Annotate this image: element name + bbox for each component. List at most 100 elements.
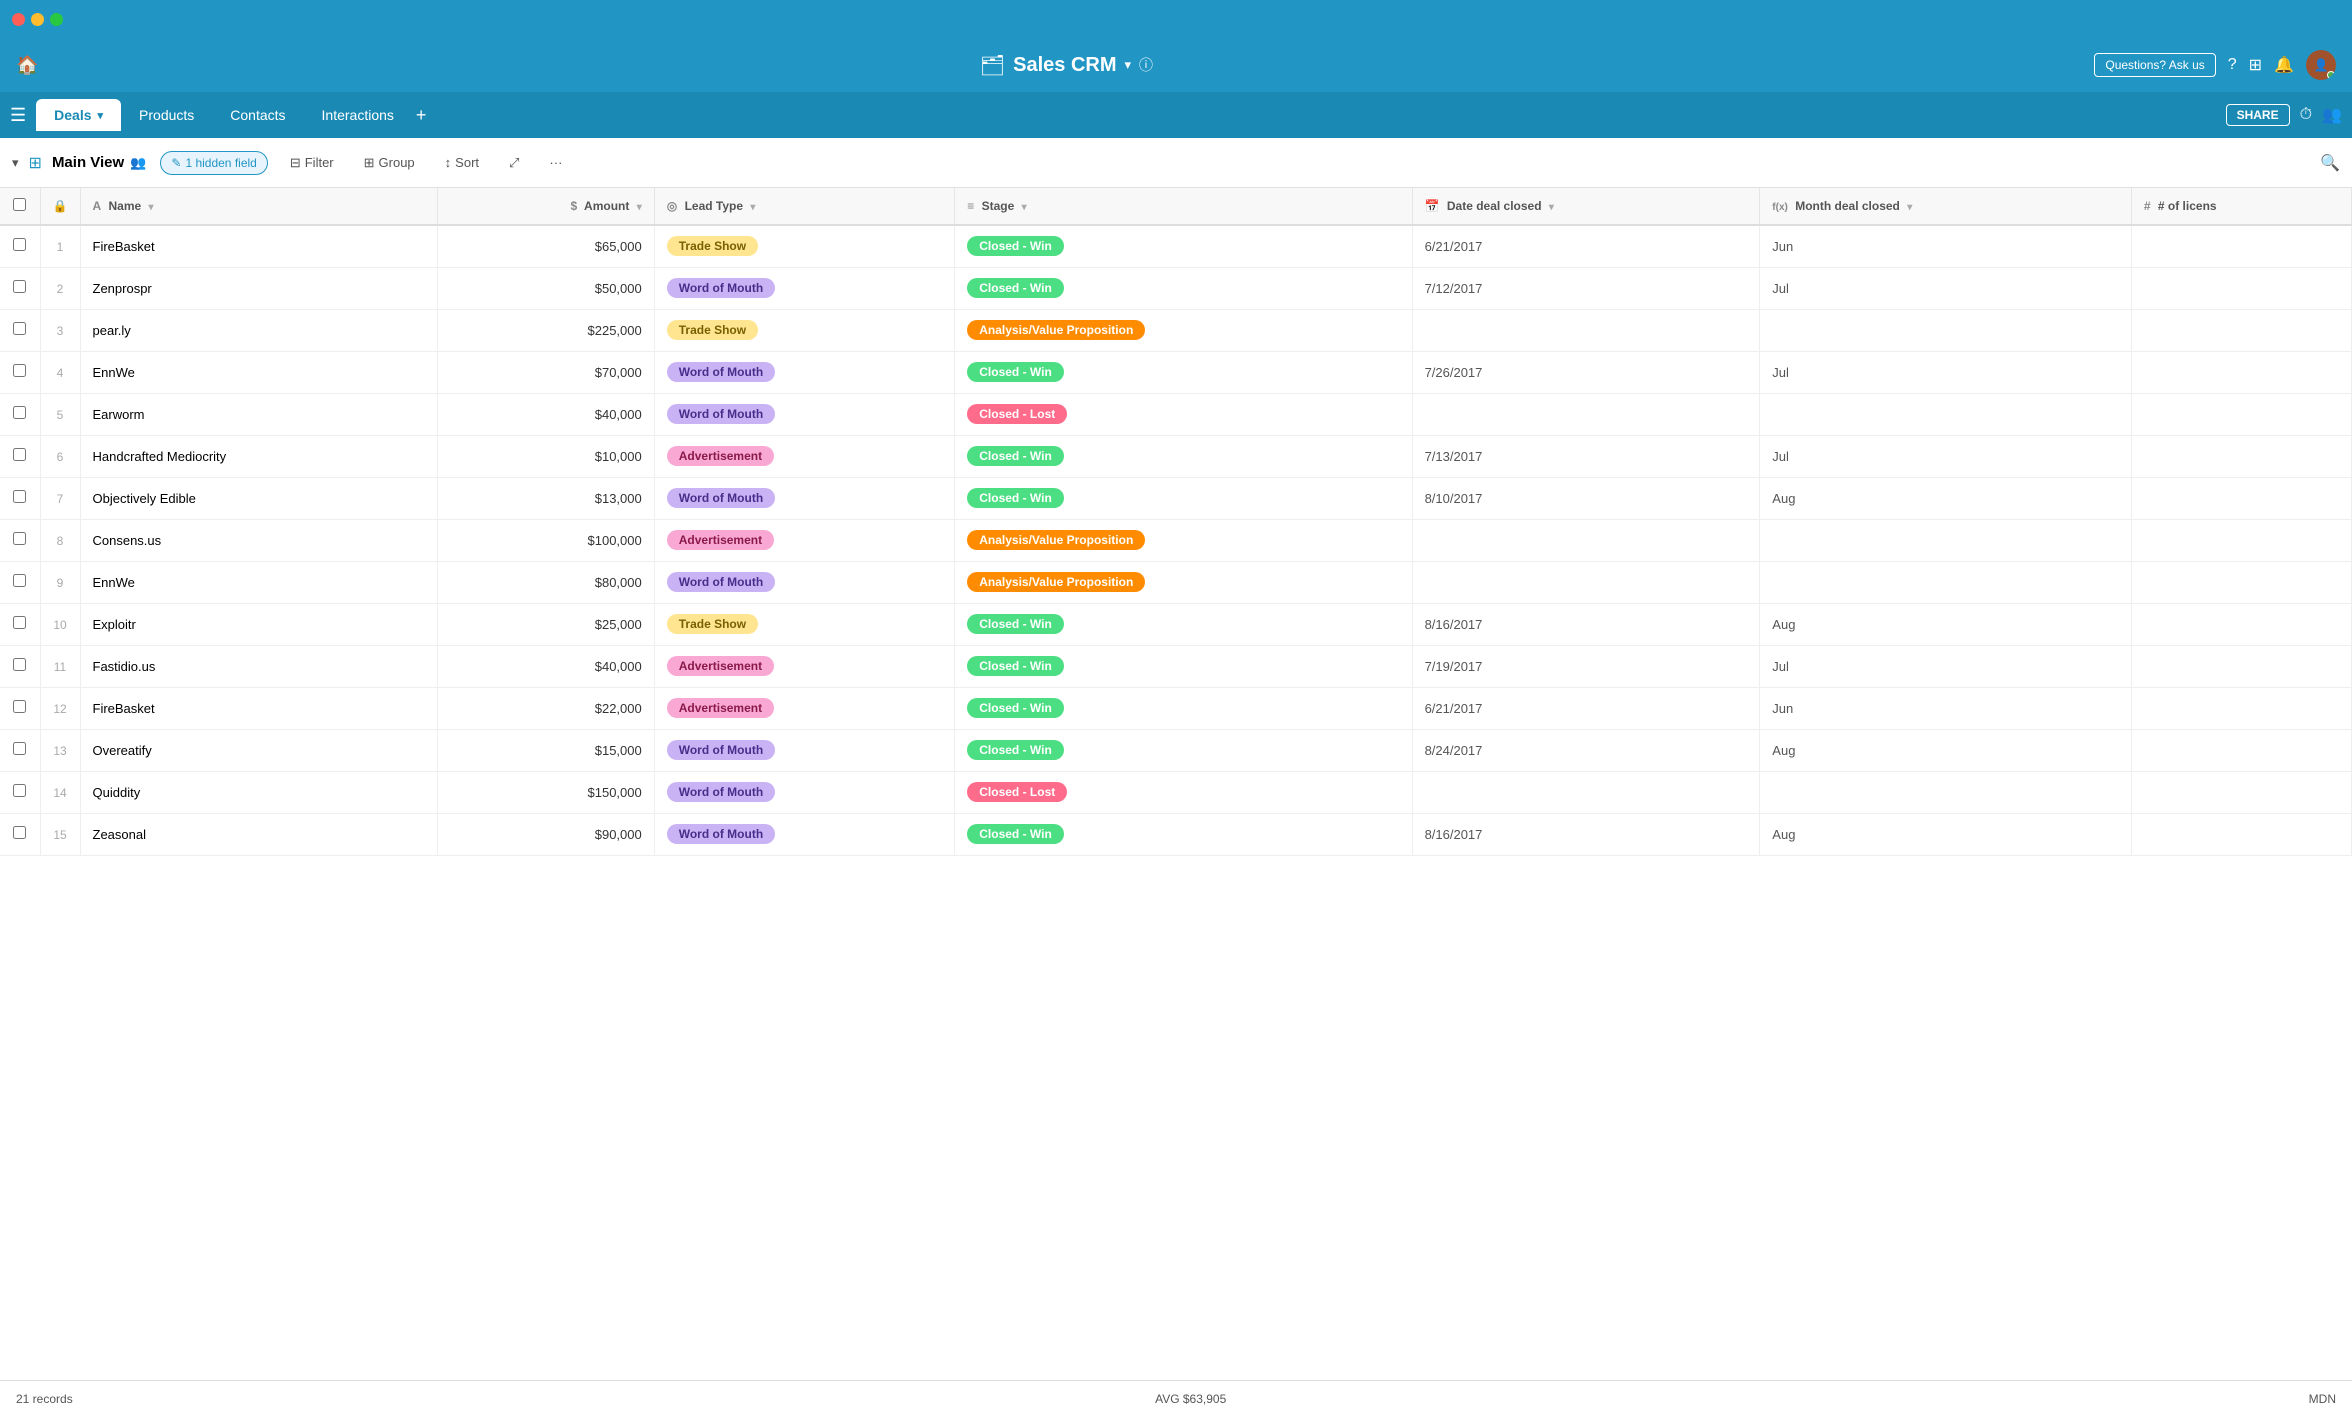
dateclosed-sort-icon[interactable]: ▾	[1549, 202, 1554, 213]
row-checkbox-cell[interactable]	[0, 813, 40, 855]
grid-view-icon[interactable]: ⊞	[29, 153, 42, 173]
table-row[interactable]: 6 Handcrafted Mediocrity $10,000 Adverti…	[0, 435, 2352, 477]
table-row[interactable]: 3 pear.ly $225,000 Trade Show Analysis/V…	[0, 309, 2352, 351]
search-button[interactable]: 🔍	[2320, 153, 2340, 173]
row-name-cell[interactable]: Consens.us	[80, 519, 437, 561]
tab-products[interactable]: Products	[121, 99, 212, 131]
row-checkbox-cell[interactable]	[0, 771, 40, 813]
users-icon[interactable]: 👥	[2322, 105, 2342, 125]
col-dateclosed-header[interactable]: 📅 Date deal closed ▾	[1412, 188, 1760, 225]
row-checkbox[interactable]	[13, 574, 26, 587]
row-checkbox[interactable]	[13, 616, 26, 629]
grid-icon[interactable]: ⊞	[2249, 55, 2262, 75]
row-name-cell[interactable]: FireBasket	[80, 687, 437, 729]
row-checkbox-cell[interactable]	[0, 561, 40, 603]
col-amount-header[interactable]: $ Amount ▾	[437, 188, 654, 225]
table-container[interactable]: 🔒 A Name ▾ $ Amount ▾ ◎ Lead Type ▾	[0, 188, 2352, 1380]
minimize-button[interactable]	[31, 13, 44, 26]
avatar[interactable]: 👤	[2306, 50, 2336, 80]
row-checkbox-cell[interactable]	[0, 519, 40, 561]
sort-button[interactable]: ↕ Sort	[437, 151, 487, 174]
hidden-field-button[interactable]: ✎ 1 hidden field	[160, 151, 267, 175]
row-checkbox[interactable]	[13, 784, 26, 797]
group-button[interactable]: ⊞ Group	[356, 151, 423, 175]
table-row[interactable]: 11 Fastidio.us $40,000 Advertisement Clo…	[0, 645, 2352, 687]
col-stage-header[interactable]: ≡ Stage ▾	[955, 188, 1412, 225]
table-row[interactable]: 2 Zenprospr $50,000 Word of Mouth Closed…	[0, 267, 2352, 309]
tab-deals-dropdown[interactable]: ▾	[98, 109, 104, 122]
name-sort-icon[interactable]: ▾	[149, 202, 154, 213]
table-row[interactable]: 13 Overeatify $15,000 Word of Mouth Clos…	[0, 729, 2352, 771]
more-button[interactable]: ···	[541, 151, 570, 174]
stage-sort-icon[interactable]: ▾	[1022, 202, 1027, 213]
row-name-cell[interactable]: EnnWe	[80, 561, 437, 603]
bell-icon[interactable]: 🔔	[2274, 55, 2294, 75]
row-checkbox-cell[interactable]	[0, 645, 40, 687]
row-name-cell[interactable]: Objectively Edible	[80, 477, 437, 519]
row-checkbox-cell[interactable]	[0, 351, 40, 393]
row-checkbox-cell[interactable]	[0, 687, 40, 729]
table-row[interactable]: 15 Zeasonal $90,000 Word of Mouth Closed…	[0, 813, 2352, 855]
row-checkbox[interactable]	[13, 280, 26, 293]
maximize-button[interactable]	[50, 13, 63, 26]
row-checkbox-cell[interactable]	[0, 729, 40, 771]
col-licenses-header[interactable]: # # of licens	[2131, 188, 2351, 225]
title-dropdown-icon[interactable]: ▾	[1125, 57, 1132, 73]
table-row[interactable]: 9 EnnWe $80,000 Word of Mouth Analysis/V…	[0, 561, 2352, 603]
share-button[interactable]: SHARE	[2226, 104, 2290, 126]
table-row[interactable]: 14 Quiddity $150,000 Word of Mouth Close…	[0, 771, 2352, 813]
row-name-cell[interactable]: Exploitr	[80, 603, 437, 645]
table-row[interactable]: 8 Consens.us $100,000 Advertisement Anal…	[0, 519, 2352, 561]
row-name-cell[interactable]: Fastidio.us	[80, 645, 437, 687]
row-checkbox-cell[interactable]	[0, 225, 40, 267]
menu-icon[interactable]: ☰	[10, 105, 26, 126]
row-checkbox[interactable]	[13, 826, 26, 839]
table-row[interactable]: 10 Exploitr $25,000 Trade Show Closed - …	[0, 603, 2352, 645]
add-tab-button[interactable]: +	[416, 105, 427, 126]
row-checkbox[interactable]	[13, 238, 26, 251]
row-checkbox[interactable]	[13, 406, 26, 419]
amount-sort-icon[interactable]: ▾	[637, 202, 642, 213]
row-checkbox[interactable]	[13, 364, 26, 377]
help-icon[interactable]: ?	[2228, 56, 2237, 74]
monthclosed-sort-icon[interactable]: ▾	[1907, 202, 1912, 213]
row-checkbox-cell[interactable]	[0, 477, 40, 519]
row-checkbox-cell[interactable]	[0, 309, 40, 351]
row-checkbox-cell[interactable]	[0, 267, 40, 309]
col-checkbox[interactable]	[0, 188, 40, 225]
row-name-cell[interactable]: Quiddity	[80, 771, 437, 813]
ask-us-button[interactable]: Questions? Ask us	[2094, 53, 2215, 77]
row-checkbox[interactable]	[13, 658, 26, 671]
info-icon[interactable]: ⓘ	[1139, 55, 1153, 75]
close-button[interactable]	[12, 13, 25, 26]
row-name-cell[interactable]: Zenprospr	[80, 267, 437, 309]
filter-button[interactable]: ⊟ Filter	[282, 151, 342, 175]
row-checkbox[interactable]	[13, 700, 26, 713]
tab-contacts[interactable]: Contacts	[212, 99, 303, 131]
select-all-checkbox[interactable]	[13, 198, 26, 211]
collapse-icon[interactable]: ▾	[12, 155, 19, 171]
row-checkbox[interactable]	[13, 742, 26, 755]
row-checkbox[interactable]	[13, 532, 26, 545]
col-leadtype-header[interactable]: ◎ Lead Type ▾	[654, 188, 955, 225]
share-view-button[interactable]: ⤢	[501, 151, 527, 175]
tab-deals[interactable]: Deals ▾	[36, 99, 121, 131]
row-name-cell[interactable]: EnnWe	[80, 351, 437, 393]
row-checkbox-cell[interactable]	[0, 603, 40, 645]
col-monthclosed-header[interactable]: f(x) Month deal closed ▾	[1760, 188, 2132, 225]
row-name-cell[interactable]: pear.ly	[80, 309, 437, 351]
row-checkbox[interactable]	[13, 322, 26, 335]
row-name-cell[interactable]: Earworm	[80, 393, 437, 435]
row-checkbox[interactable]	[13, 490, 26, 503]
history-icon[interactable]: ⏱	[2300, 106, 2312, 124]
row-checkbox[interactable]	[13, 448, 26, 461]
leadtype-sort-icon[interactable]: ▾	[750, 202, 755, 213]
table-row[interactable]: 12 FireBasket $22,000 Advertisement Clos…	[0, 687, 2352, 729]
table-row[interactable]: 1 FireBasket $65,000 Trade Show Closed -…	[0, 225, 2352, 267]
table-row[interactable]: 4 EnnWe $70,000 Word of Mouth Closed - W…	[0, 351, 2352, 393]
row-name-cell[interactable]: Zeasonal	[80, 813, 437, 855]
tab-interactions[interactable]: Interactions	[304, 99, 412, 131]
col-name-header[interactable]: A Name ▾	[80, 188, 437, 225]
table-row[interactable]: 5 Earworm $40,000 Word of Mouth Closed -…	[0, 393, 2352, 435]
row-name-cell[interactable]: FireBasket	[80, 225, 437, 267]
